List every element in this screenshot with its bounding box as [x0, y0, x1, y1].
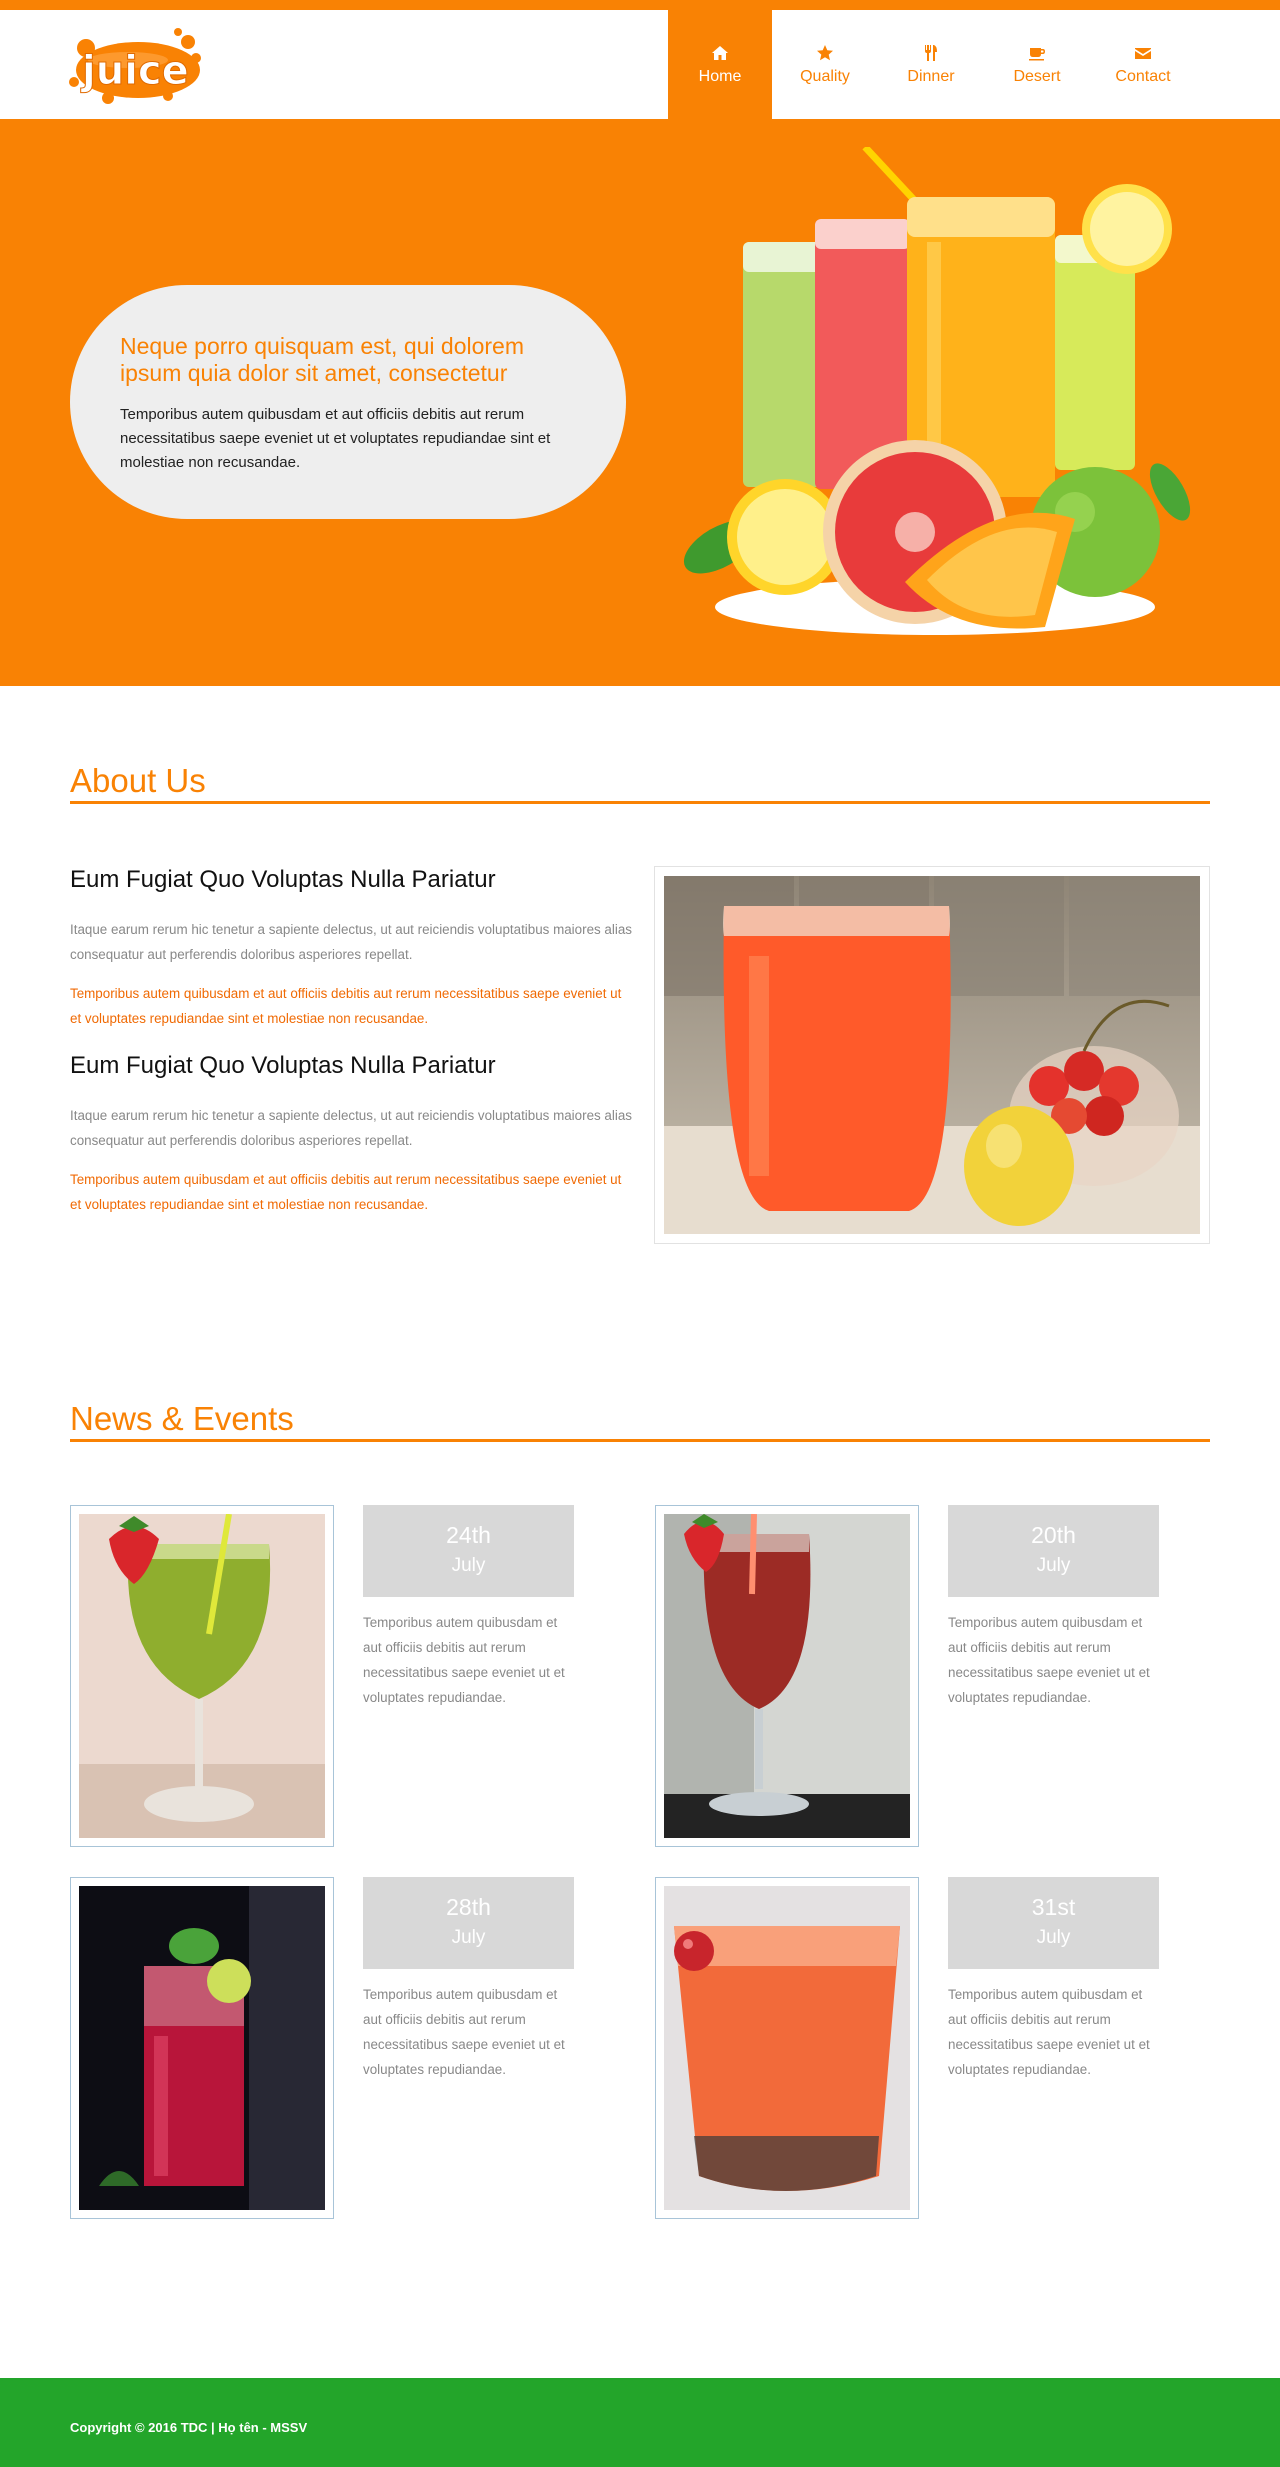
site-footer: Copyright © 2016 TDC | Họ tên - MSSV	[0, 2378, 1280, 2467]
news-date-1: 24th July	[363, 1505, 574, 1597]
about-text-2: Itaque earum rerum hic tenetur a sapient…	[70, 1108, 632, 1148]
about-heading-1: Eum Fugiat Quo Voluptas Nulla Pariatur	[70, 866, 496, 893]
hero-bubble: Neque porro quisquam est, qui dolorem ip…	[70, 285, 626, 519]
news-date-month: July	[1036, 1927, 1071, 1948]
news-date-day: 20th	[1031, 1522, 1076, 1548]
hero-text: Temporibus autem quibusdam et aut offici…	[120, 406, 551, 471]
about-heading-2: Eum Fugiat Quo Voluptas Nulla Pariatur	[70, 1052, 496, 1079]
copyright-text: Copyright © 2016 TDC | Họ tên - MSSV	[70, 2420, 308, 2435]
news-section-title: News & Events	[70, 1400, 1210, 1442]
news-text-1: Temporibus autem quibusdam et aut offici…	[363, 1615, 565, 1705]
news-text-3: Temporibus autem quibusdam et aut offici…	[363, 1987, 565, 2077]
about-highlight-1: Temporibus autem quibusdam et aut offici…	[70, 986, 622, 1026]
nav-item-home[interactable]: Home	[668, 10, 772, 119]
cutlery-icon	[922, 44, 940, 62]
news-date-4: 31st July	[948, 1877, 1159, 1969]
news-photo-berry-drink[interactable]	[70, 1877, 334, 2219]
news-date-3: 28th July	[363, 1877, 574, 1969]
home-icon	[711, 44, 729, 62]
news-text-2: Temporibus autem quibusdam et aut offici…	[948, 1615, 1150, 1705]
news-date-month: July	[451, 1555, 486, 1576]
about-photo	[654, 866, 1210, 1244]
site-header: juice Home Quality Dinner Desert Contact	[0, 10, 1280, 119]
news-text-4: Temporibus autem quibusdam et aut offici…	[948, 1987, 1150, 2077]
main-nav: Home Quality Dinner Desert Contact	[668, 10, 1196, 119]
news-date-day: 28th	[446, 1894, 491, 1920]
nav-item-quality[interactable]: Quality	[772, 10, 878, 119]
news-date-2: 20th July	[948, 1505, 1159, 1597]
hero-title: Neque porro quisquam est, qui dolorem ip…	[120, 333, 525, 386]
about-highlight-2: Temporibus autem quibusdam et aut offici…	[70, 1172, 622, 1212]
news-date-day: 24th	[446, 1522, 491, 1548]
nav-item-label: Home	[698, 67, 742, 85]
nav-item-label: Quality	[800, 67, 850, 85]
top-accent-bar	[0, 0, 1280, 10]
about-text-1: Itaque earum rerum hic tenetur a sapient…	[70, 922, 632, 962]
news-date-month: July	[451, 1927, 486, 1948]
nav-item-label: Desert	[1013, 67, 1061, 85]
nav-item-label: Dinner	[907, 67, 955, 85]
about-section-title: About Us	[70, 762, 1210, 804]
hero-banner: Neque porro quisquam est, qui dolorem ip…	[0, 119, 1280, 686]
juice-glasses-image	[665, 144, 1195, 672]
news-photo-smoothie[interactable]	[655, 1877, 919, 2219]
nav-item-dinner[interactable]: Dinner	[878, 10, 984, 119]
nav-item-label: Contact	[1115, 67, 1171, 85]
news-date-month: July	[1036, 1555, 1071, 1576]
nav-item-desert[interactable]: Desert	[984, 10, 1090, 119]
juice-logo[interactable]: juice	[68, 24, 203, 104]
news-photo-kiwi-juice[interactable]	[70, 1505, 334, 1847]
svg-text:juice: juice	[80, 48, 189, 94]
nav-item-contact[interactable]: Contact	[1090, 10, 1196, 119]
coffee-cup-icon	[1028, 44, 1046, 62]
news-photo-strawberry-juice[interactable]	[655, 1505, 919, 1847]
news-date-day: 31st	[1031, 1894, 1076, 1920]
star-icon	[816, 44, 834, 62]
envelope-icon	[1134, 44, 1152, 62]
